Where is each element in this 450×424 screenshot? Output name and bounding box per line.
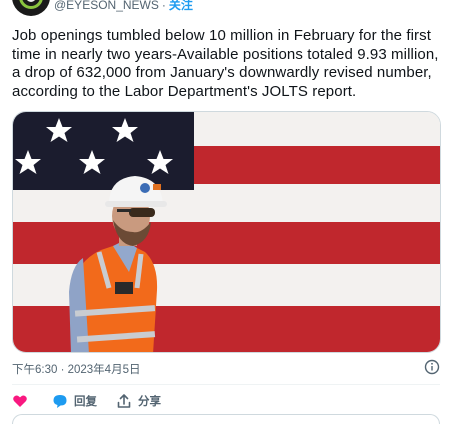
reply-button[interactable]: 回复 — [52, 391, 97, 411]
divider — [12, 384, 440, 385]
follow-button[interactable]: 关注 — [169, 0, 193, 12]
action-bar: 回复 分享 — [12, 391, 442, 411]
account-handle[interactable]: @EYESON_NEWS — [54, 0, 159, 12]
tweet-photo[interactable] — [12, 111, 441, 353]
next-card-edge — [12, 414, 440, 424]
tweet-text: Job openings tumbled below 10 million in… — [12, 27, 439, 100]
account-line: @EYESON_NEWS · 关注 — [54, 0, 193, 13]
handle-separator: · — [161, 0, 166, 12]
tweet-timestamp[interactable]: 下午6:30 · 2023年4月5日 — [12, 361, 140, 377]
photo-icon — [13, 112, 440, 352]
share-icon — [117, 394, 131, 408]
avatar[interactable] — [12, 0, 50, 16]
reply-label: 回复 — [74, 396, 97, 408]
share-label: 分享 — [138, 396, 161, 408]
info-icon[interactable] — [424, 359, 440, 375]
like-button[interactable] — [12, 391, 28, 411]
reply-bubble-icon — [53, 395, 67, 408]
heart-icon — [13, 395, 27, 407]
tweet-header: @EYESON_NEWS · 关注 — [0, 0, 450, 18]
share-button[interactable]: 分享 — [116, 391, 161, 411]
